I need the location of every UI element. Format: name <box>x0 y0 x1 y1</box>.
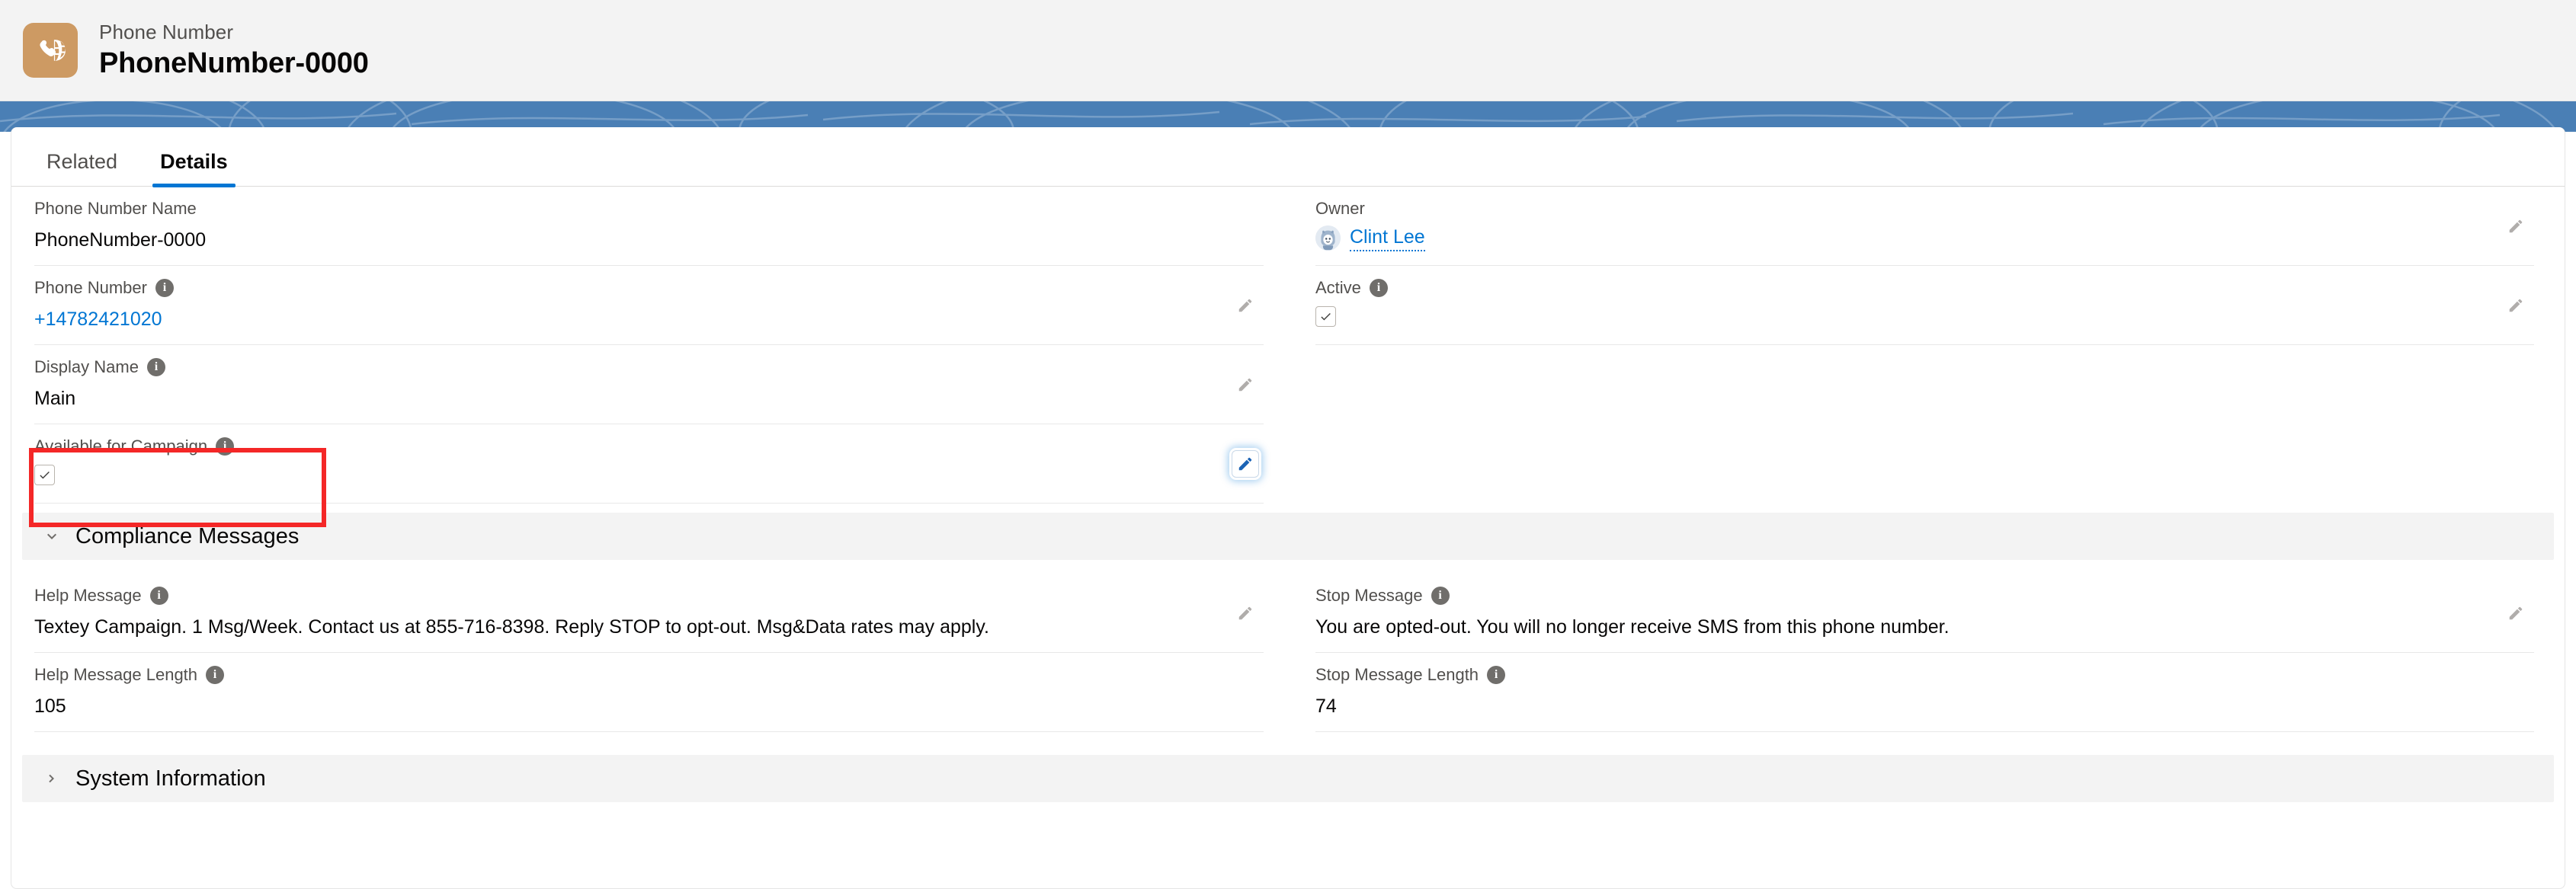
field-label-row: Stop Message i <box>1315 584 2534 607</box>
info-icon[interactable]: i <box>1431 587 1450 605</box>
checkbox-available-for-campaign[interactable] <box>34 465 55 485</box>
field-label: Phone Number Name <box>34 198 197 218</box>
field-value-phone-number[interactable]: +14782421020 <box>34 305 1264 333</box>
info-icon[interactable]: i <box>155 279 174 297</box>
info-icon[interactable]: i <box>146 358 165 376</box>
field-available-for-campaign: Available for Campaign i <box>34 424 1264 504</box>
field-label: Stop Message <box>1315 585 1423 605</box>
edit-phone-number-button[interactable] <box>1232 292 1259 319</box>
compliance-section-body: Help Message i Textey Campaign. 1 Msg/We… <box>11 574 2565 732</box>
edit-help-message-button[interactable] <box>1232 600 1259 627</box>
field-label-row: Owner <box>1315 197 2534 220</box>
field-label: Stop Message Length <box>1315 664 1479 684</box>
section-header-system-information[interactable]: System Information <box>22 755 2554 802</box>
record-header: Phone Number PhoneNumber-0000 <box>0 0 2576 101</box>
field-label-row: Help Message i <box>34 584 1264 607</box>
edit-active-button[interactable] <box>2502 292 2530 319</box>
field-stop-message: Stop Message i You are opted-out. You wi… <box>1315 574 2534 653</box>
compliance-right-column: Stop Message i You are opted-out. You wi… <box>1288 574 2565 732</box>
field-label: Help Message Length <box>34 664 198 684</box>
field-label-row: Help Message Length i <box>34 664 1264 686</box>
field-value-help-message: Textey Campaign. 1 Msg/Week. Contact us … <box>34 616 989 638</box>
field-label-row: Phone Number i <box>34 277 1264 299</box>
field-label: Display Name <box>34 357 139 376</box>
details-right-column: Owner Clint Lee Active i <box>1288 187 2565 504</box>
edit-available-for-campaign-button[interactable] <box>1232 449 1259 478</box>
info-icon[interactable]: i <box>216 437 235 456</box>
field-label: Phone Number <box>34 277 147 297</box>
record-title-block: Phone Number PhoneNumber-0000 <box>99 20 369 82</box>
record-object-type: Phone Number <box>99 20 234 43</box>
page-title: PhoneNumber-0000 <box>99 47 369 80</box>
field-display-name: Display Name i Main <box>34 345 1264 424</box>
section-title: Compliance Messages <box>75 523 300 548</box>
field-value-stop-message: You are opted-out. You will no longer re… <box>1315 616 1950 638</box>
compliance-left-column: Help Message i Textey Campaign. 1 Msg/We… <box>11 574 1288 732</box>
checkbox-active[interactable] <box>1315 306 1336 327</box>
field-value-phone-number-name: PhoneNumber-0000 <box>34 229 207 251</box>
field-label-row: Stop Message Length i <box>1315 664 2534 686</box>
field-help-message: Help Message i Textey Campaign. 1 Msg/We… <box>34 574 1264 653</box>
field-label-row: Phone Number Name <box>34 197 1264 220</box>
owner-value-row: Clint Lee <box>1315 225 2534 251</box>
avatar <box>1315 225 1341 251</box>
info-icon[interactable]: i <box>206 666 225 684</box>
section-title: System Information <box>75 766 266 791</box>
info-icon[interactable]: i <box>1487 666 1506 684</box>
section-header-compliance-messages[interactable]: Compliance Messages <box>22 513 2554 560</box>
info-icon[interactable]: i <box>149 587 168 605</box>
phone-number-record-icon <box>23 23 78 78</box>
field-label-row: Display Name i <box>34 356 1264 379</box>
field-help-message-length: Help Message Length i 105 <box>34 653 1264 732</box>
field-phone-number-name: Phone Number Name PhoneNumber-0000 <box>34 187 1264 266</box>
chevron-down-icon[interactable] <box>42 526 62 546</box>
info-icon[interactable]: i <box>1369 279 1388 297</box>
record-detail-card: Related Details Phone Number Name PhoneN… <box>11 127 2565 889</box>
edit-display-name-button[interactable] <box>1232 371 1259 398</box>
tab-related[interactable]: Related <box>25 152 139 186</box>
field-value-help-message-length: 105 <box>34 696 66 717</box>
tab-details[interactable]: Details <box>139 152 249 187</box>
details-left-column: Phone Number Name PhoneNumber-0000 Phone… <box>11 187 1288 504</box>
field-value-stop-message-length: 74 <box>1315 696 1337 717</box>
field-phone-number: Phone Number i +14782421020 <box>34 266 1264 345</box>
field-label: Available for Campaign <box>34 436 208 456</box>
field-active: Active i <box>1315 266 2534 345</box>
field-label-row: Available for Campaign i <box>34 435 1264 458</box>
details-primary-section: Phone Number Name PhoneNumber-0000 Phone… <box>11 187 2565 504</box>
edit-stop-message-button[interactable] <box>2502 600 2530 627</box>
field-label: Owner <box>1315 198 1365 218</box>
edit-owner-button[interactable] <box>2502 213 2530 240</box>
field-label: Help Message <box>34 585 142 605</box>
field-owner: Owner Clint Lee <box>1315 187 2534 266</box>
field-stop-message-length: Stop Message Length i 74 <box>1315 653 2534 732</box>
field-value-display-name: Main <box>34 388 76 409</box>
record-tabset: Related Details <box>11 127 2565 187</box>
field-label-row: Active i <box>1315 277 2534 299</box>
chevron-right-icon[interactable] <box>42 769 62 788</box>
field-label: Active <box>1315 277 1361 297</box>
owner-link[interactable]: Clint Lee <box>1350 225 1425 251</box>
